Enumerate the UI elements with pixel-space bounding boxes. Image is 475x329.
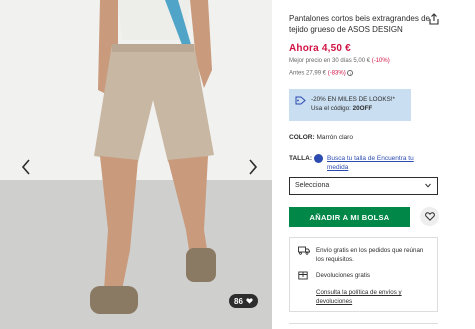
color-label: COLOR: <box>289 134 315 141</box>
heart-outline-icon <box>424 212 435 221</box>
tag-icon <box>295 96 306 105</box>
fit-assistant-link[interactable]: Busca tu talla de Encuentra tu medida <box>327 154 427 172</box>
share-button[interactable] <box>429 12 439 30</box>
size-label: TALLA: <box>289 155 312 162</box>
product-photo <box>0 0 272 329</box>
next-image-button[interactable] <box>243 155 263 179</box>
size-info: TALLA: Busca tu talla de Encuentra tu me… <box>289 154 429 171</box>
size-select-value: Selecciona <box>295 182 330 189</box>
fit-assistant-icon <box>314 154 323 163</box>
previous-image-button[interactable] <box>16 155 36 179</box>
size-select[interactable]: Selecciona <box>289 177 438 195</box>
current-price: Ahora 4,50 € <box>289 43 351 54</box>
heart-icon <box>246 298 253 304</box>
previous-price-text: Antes 27,99 € <box>289 70 328 77</box>
promo-code: 20OFF <box>352 105 373 112</box>
best-price-30-days: Mejor precio en 30 días 5,00 € (-10%) <box>289 58 390 64</box>
product-image-gallery: 86 <box>0 0 272 329</box>
info-icon[interactable]: i <box>347 70 354 76</box>
truck-icon <box>298 246 310 255</box>
save-for-later-button[interactable] <box>420 207 439 226</box>
chevron-left-icon <box>21 159 30 175</box>
delivery-info-box: Envío gratis en los pedidos que reúnan l… <box>289 237 438 312</box>
best-price-text: Mejor precio en 30 días 5,00 € <box>289 58 372 64</box>
next-section-divider <box>289 323 438 329</box>
add-to-bag-button[interactable]: AÑADIR A MI BOLSA <box>289 207 410 227</box>
color-info: COLOR: Marrón claro <box>289 134 353 141</box>
promo-banner: -20% EN MILES DE LOOKS!* Usa el código: … <box>289 89 411 121</box>
shipping-returns-policy-link[interactable]: Consulta la política de envíos y devoluc… <box>316 288 426 306</box>
chevron-right-icon <box>249 159 258 175</box>
best-price-discount: (-10%) <box>371 58 390 64</box>
previous-price-discount: (-83%) <box>327 70 346 77</box>
previous-price: Antes 27,99 € (-83%) i <box>289 70 354 77</box>
share-icon <box>429 13 439 25</box>
chevron-down-icon <box>425 183 431 188</box>
free-returns-text: Devoluciones gratis <box>316 272 370 279</box>
product-title: Pantalones cortos beis extragrandes de t… <box>289 14 430 34</box>
product-details-panel: Pantalones cortos beis extragrandes de t… <box>289 0 475 329</box>
color-value: Marrón claro <box>316 134 353 141</box>
likes-count: 86 <box>234 296 243 306</box>
free-shipping-text: Envío gratis en los pedidos que reúnan l… <box>316 247 424 263</box>
returns-box-icon <box>298 271 308 280</box>
likes-badge[interactable]: 86 <box>229 294 258 308</box>
